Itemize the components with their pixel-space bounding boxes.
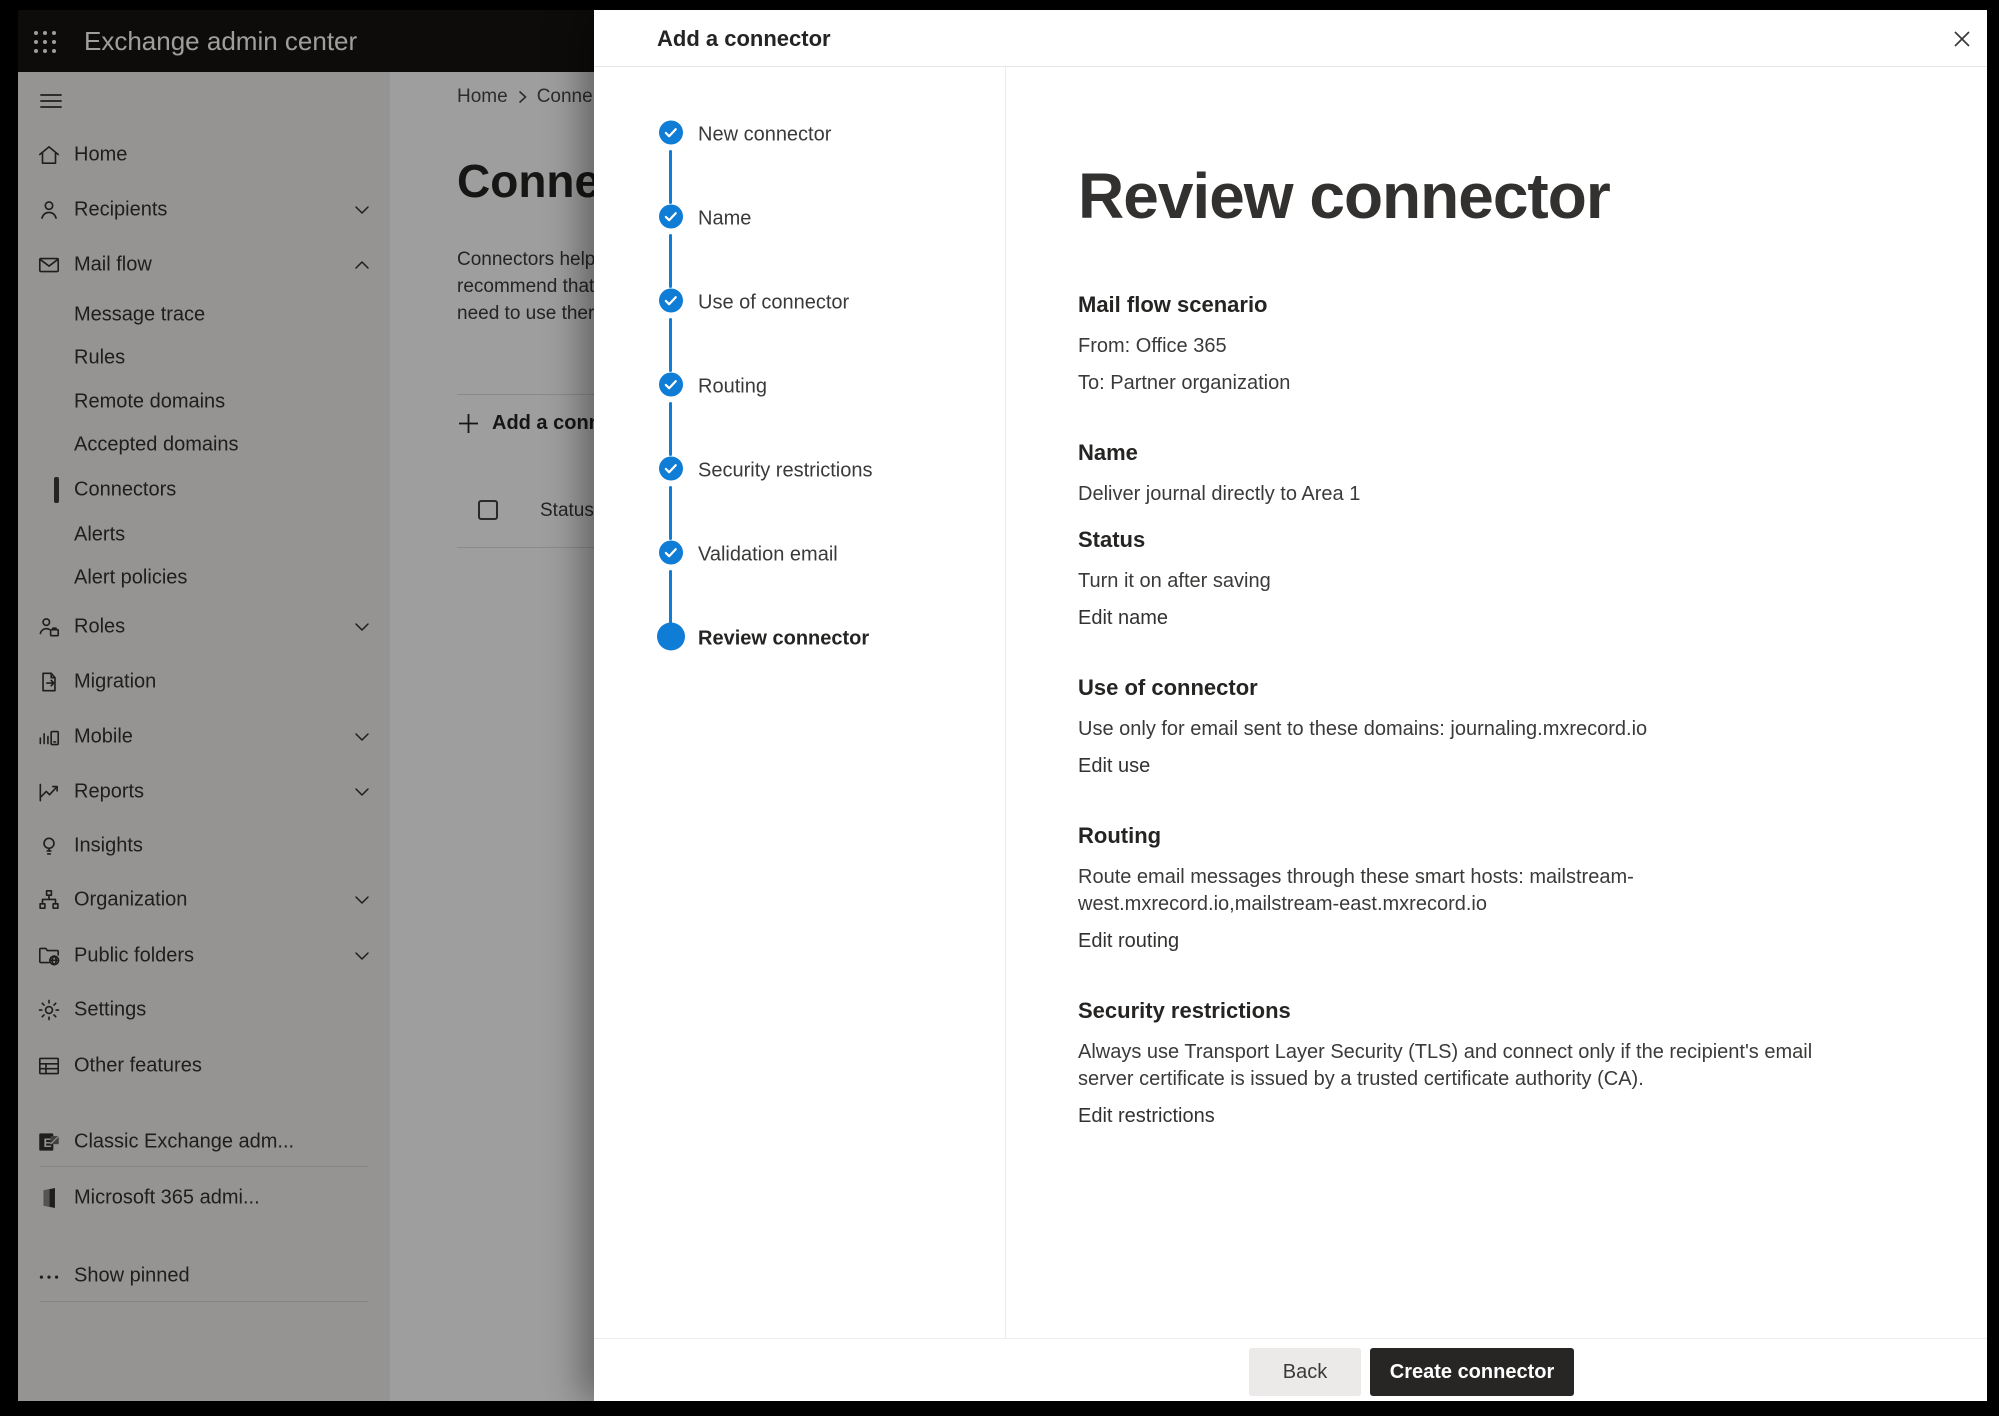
review-sections: Mail flow scenario From: Office 365 To: Pa… — [1078, 291, 1867, 1130]
step-complete-check-icon — [658, 288, 684, 319]
step-review-connector[interactable]: Review connector — [594, 625, 994, 653]
section-value: Always use Transport Layer Security (TLS… — [1078, 1039, 1867, 1093]
dialog-footer: Back Create connector — [594, 1338, 1987, 1401]
section-value: Use only for email sent to these domains… — [1078, 716, 1867, 743]
back-button[interactable]: Back — [1249, 1348, 1361, 1396]
edit-link-edit-routing[interactable]: Edit routing — [1078, 928, 1179, 955]
step-label: Review connector — [698, 628, 869, 651]
create-connector-button[interactable]: Create connector — [1370, 1348, 1574, 1396]
wizard-stepper: New connector Name Use of connector Rout… — [594, 67, 1006, 1338]
dialog-title: Add a connector — [657, 10, 831, 67]
stepper-connector-line — [669, 150, 672, 204]
step-complete-check-icon — [658, 456, 684, 487]
step-current-icon — [656, 622, 686, 657]
stepper-connector-line — [669, 318, 672, 372]
step-label: Name — [698, 208, 751, 231]
edit-link-edit-restrictions[interactable]: Edit restrictions — [1078, 1103, 1215, 1130]
section-value: Turn it on after saving — [1078, 568, 1867, 595]
step-complete-check-icon — [658, 120, 684, 151]
step-complete-check-icon — [658, 204, 684, 235]
step-label: Validation email — [698, 544, 838, 567]
stepper-connector-line — [669, 486, 672, 540]
section-value: Route email messages through these smart… — [1078, 864, 1867, 918]
section-value: From: Office 365 — [1078, 333, 1867, 360]
step-complete-check-icon — [658, 540, 684, 571]
step-validation-email[interactable]: Validation email — [594, 541, 994, 569]
step-label: Security restrictions — [698, 460, 873, 483]
section-mail-flow-scenario: Mail flow scenario From: Office 365 To: Pa… — [1078, 291, 1867, 397]
edit-link-edit-name[interactable]: Edit name — [1078, 605, 1168, 632]
step-security-restrictions[interactable]: Security restrictions — [594, 457, 994, 485]
section-header: Status — [1078, 526, 1867, 554]
section-header: Name — [1078, 439, 1867, 467]
step-complete-check-icon — [658, 372, 684, 403]
section-header: Use of connector — [1078, 674, 1867, 702]
close-icon[interactable] — [1952, 29, 1972, 49]
section-security-restrictions: Security restrictions Always use Transpor… — [1078, 997, 1867, 1130]
section-name: Name Deliver journal directly to Area 1 — [1078, 439, 1867, 508]
section-use-of-connector: Use of connector Use only for email sent … — [1078, 674, 1867, 780]
review-heading: Review connector — [1078, 159, 1867, 233]
exchange-admin-center-app: Exchange admin center HomeRecipientsMail… — [18, 10, 1987, 1401]
step-name[interactable]: Name — [594, 205, 994, 233]
section-value: Deliver journal directly to Area 1 — [1078, 481, 1867, 508]
section-header: Security restrictions — [1078, 997, 1867, 1025]
step-routing[interactable]: Routing — [594, 373, 994, 401]
add-connector-dialog: Add a connector New connector Name Use o… — [594, 10, 1987, 1401]
step-label: New connector — [698, 124, 831, 147]
section-status: Status Turn it on after saving Edit name — [1078, 526, 1867, 632]
section-routing: Routing Route email messages through thes… — [1078, 822, 1867, 955]
edit-link-edit-use[interactable]: Edit use — [1078, 753, 1150, 780]
stepper-connector-line — [669, 570, 672, 624]
step-label: Routing — [698, 376, 767, 399]
step-use-of-connector[interactable]: Use of connector — [594, 289, 994, 317]
screenshot-frame: Exchange admin center HomeRecipientsMail… — [0, 0, 1999, 1416]
step-label: Use of connector — [698, 292, 849, 315]
stepper-connector-line — [669, 402, 672, 456]
section-header: Routing — [1078, 822, 1867, 850]
section-value: To: Partner organization — [1078, 370, 1867, 397]
step-new-connector[interactable]: New connector — [594, 121, 994, 149]
review-connector-panel: Review connector Mail flow scenario From:… — [1006, 67, 1987, 1327]
dialog-header: Add a connector — [594, 10, 1987, 67]
section-header: Mail flow scenario — [1078, 291, 1867, 319]
stepper-connector-line — [669, 234, 672, 288]
